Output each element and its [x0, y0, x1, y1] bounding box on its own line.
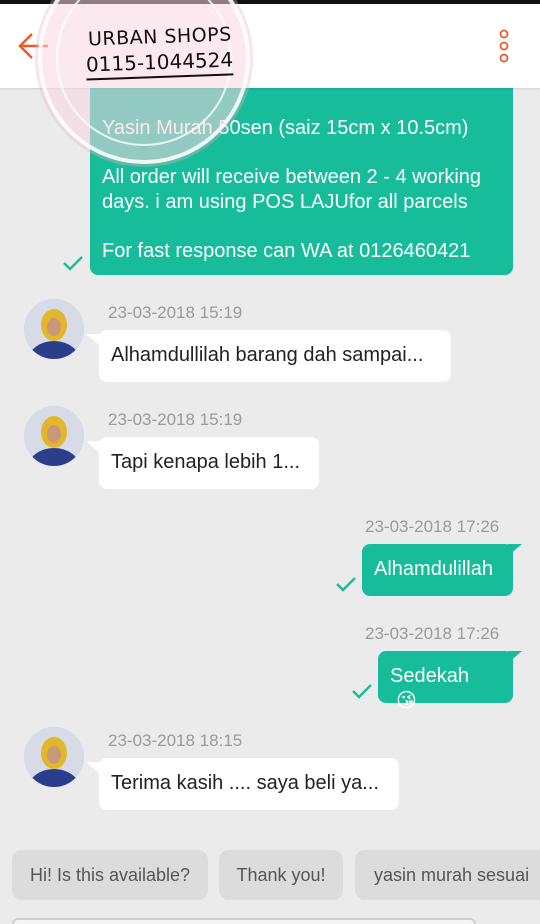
message-timestamp: 23-03-2018 18:15	[108, 731, 243, 750]
avatar-photo	[24, 406, 84, 466]
message-text: Sedekah	[390, 665, 469, 687]
bubble-tail	[86, 334, 100, 346]
sent-check-icon	[63, 256, 83, 271]
sent-check-icon	[352, 684, 372, 699]
message-timestamp: 23-03-2018 15:19	[108, 303, 243, 322]
avatar-photo	[24, 727, 84, 787]
kissing-face-emoji-icon: 😘	[396, 688, 417, 712]
outgoing-message-bubble[interactable]: Alhamdulillah	[362, 544, 513, 596]
incoming-message-bubble[interactable]: Terima kasih .... saya beli ya...	[99, 758, 399, 810]
message-text: Tapi kenapa lebih 1...	[111, 451, 301, 473]
sent-check-icon	[336, 577, 356, 592]
message-text: All order will receive between 2 - 4 wor…	[102, 166, 482, 213]
message-timestamp: 23-03-2018 17:26	[365, 517, 500, 536]
avatar[interactable]	[24, 299, 84, 359]
quick-reply-chip[interactable]: Thank you!	[219, 850, 343, 900]
bubble-tail	[86, 441, 100, 453]
bubble-tail	[86, 762, 100, 774]
incoming-message-bubble[interactable]: Tapi kenapa lebih 1...	[99, 437, 319, 489]
quick-reply-chip[interactable]: Hi! Is this available?	[12, 850, 208, 900]
incoming-message-bubble[interactable]: Alhamdullilah barang dah sampai...	[99, 330, 451, 382]
avatar[interactable]	[24, 727, 84, 787]
stamp-phone-number: 0115-1044524	[85, 47, 234, 81]
outgoing-message-bubble[interactable]: Sedekah 😘	[378, 651, 513, 712]
message-text: For fast response can WA at 0126460421	[102, 240, 471, 262]
message-timestamp: 23-03-2018 15:19	[108, 410, 243, 429]
more-options-button[interactable]	[488, 26, 520, 66]
message-text: Alhamdullilah barang dah sampai...	[111, 344, 424, 366]
quick-reply-chip[interactable]: yasin murah sesuai	[355, 850, 540, 900]
message-input[interactable]	[12, 918, 476, 924]
message-text: Terima kasih .... saya beli ya...	[111, 772, 379, 794]
message-text: Alhamdulillah	[374, 558, 493, 580]
quick-reply-bar: Hi! Is this available? Thank you! yasin …	[0, 850, 540, 904]
bubble-tail	[508, 544, 522, 556]
avatar-photo	[24, 299, 84, 359]
kebab-menu-icon	[499, 29, 509, 63]
bubble-tail	[508, 651, 522, 663]
message-timestamp: 23-03-2018 17:26	[365, 624, 500, 643]
avatar[interactable]	[24, 406, 84, 466]
